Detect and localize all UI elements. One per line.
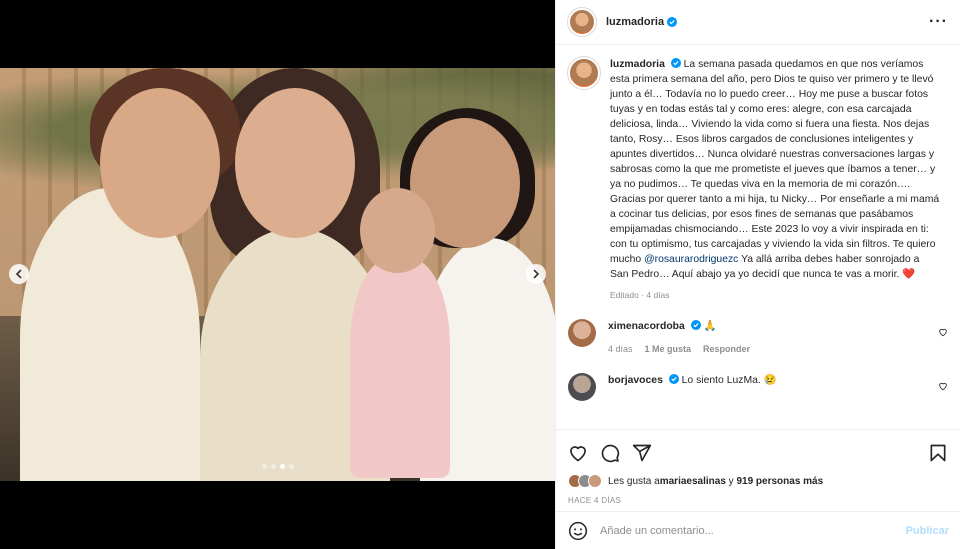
chevron-left-icon (15, 269, 22, 279)
comment-body: ximenacordoba 🙏 4 días 1 Me gusta Respon… (608, 319, 750, 357)
caption-body: luzmadoria La semana pasada quedamos en … (610, 57, 940, 303)
author-username[interactable]: luzmadoria (606, 16, 664, 28)
liker-avatars (568, 474, 602, 488)
save-icon[interactable] (928, 443, 948, 463)
carousel-dot (271, 464, 276, 469)
caption-username[interactable]: luzmadoria (610, 59, 665, 70)
media-panel (0, 0, 555, 549)
liker-avatar (588, 474, 602, 488)
action-icons (568, 440, 948, 466)
chevron-right-icon (533, 269, 540, 279)
share-icon[interactable] (632, 443, 652, 463)
emoji-icon[interactable] (568, 521, 588, 541)
comment-item: ximenacordoba 🙏 4 días 1 Me gusta Respon… (568, 319, 948, 357)
comment-text: 🙏 (703, 321, 717, 332)
add-comment-bar: Publicar (556, 511, 960, 549)
carousel-dot-active (280, 464, 285, 469)
post-sidebar: luzmadoria ··· luzmadoria La semana pasa… (555, 0, 960, 549)
comment-likes[interactable]: 1 Me gusta (645, 342, 692, 357)
add-comment-input[interactable] (600, 524, 906, 537)
heart-emoji: ❤️ (902, 269, 916, 280)
photo-figure (350, 258, 450, 478)
photo-figure (100, 88, 220, 238)
photo-figure (360, 188, 435, 273)
carousel-dot (289, 464, 294, 469)
comment-text: Lo siento LuzMa. 😢 (681, 375, 777, 386)
post-photo[interactable] (0, 68, 555, 481)
likes-first-user[interactable]: mariaesalinas (660, 476, 726, 487)
post-timestamp: HACE 4 DÍAS (568, 496, 622, 505)
caption-mention[interactable]: @rosaurarodriguezc (644, 254, 738, 265)
publish-button[interactable]: Publicar (906, 525, 949, 537)
post-header: luzmadoria ··· (556, 0, 960, 45)
more-options-button[interactable]: ··· (929, 13, 948, 31)
comment-icon[interactable] (600, 443, 620, 463)
photo-figure (235, 88, 355, 238)
commenter-avatar[interactable] (568, 319, 596, 347)
likes-summary: Les gusta a ​mariaesalinas​ y 919 person… (568, 474, 948, 488)
comment-body: borjavoces Lo siento LuzMa. 😢 (608, 373, 777, 401)
post-modal: luzmadoria ··· luzmadoria La semana pasa… (0, 0, 960, 549)
comment-item: borjavoces Lo siento LuzMa. 😢 (568, 373, 948, 401)
comment-username[interactable]: borjavoces (608, 375, 663, 386)
carousel-prev-button[interactable] (9, 264, 29, 284)
carousel-dot (262, 464, 267, 469)
comment-meta: 4 días 1 Me gusta Responder (608, 342, 750, 357)
caption-text: La semana pasada quedamos en que nos ver… (610, 59, 940, 265)
heart-icon[interactable] (568, 443, 588, 463)
likes-others[interactable]: 919 personas más (736, 476, 823, 487)
verified-badge-icon (667, 17, 678, 27)
comment-like-icon[interactable] (938, 327, 948, 337)
carousel-indicator (262, 464, 294, 469)
commenter-avatar[interactable] (568, 373, 596, 401)
reply-button[interactable]: Responder (703, 342, 750, 357)
comments-list: luzmadoria La semana pasada quedamos en … (556, 45, 960, 429)
verified-badge-icon (690, 320, 701, 330)
comment-username[interactable]: ximenacordoba (608, 321, 685, 332)
author-avatar[interactable] (567, 56, 601, 90)
more-icon: ··· (929, 13, 948, 30)
comment-age: 4 días (608, 344, 633, 354)
caption-meta: Editado · 4 días (610, 290, 670, 300)
carousel-next-button[interactable] (526, 264, 546, 284)
likes-prefix: Les gusta a (608, 475, 660, 487)
likes-middle: y (725, 475, 737, 487)
verified-badge-icon (670, 58, 681, 68)
caption: luzmadoria La semana pasada quedamos en … (567, 56, 948, 303)
verified-badge-icon (668, 374, 679, 384)
author-avatar[interactable] (567, 7, 597, 37)
comment-like-icon[interactable] (938, 381, 948, 391)
